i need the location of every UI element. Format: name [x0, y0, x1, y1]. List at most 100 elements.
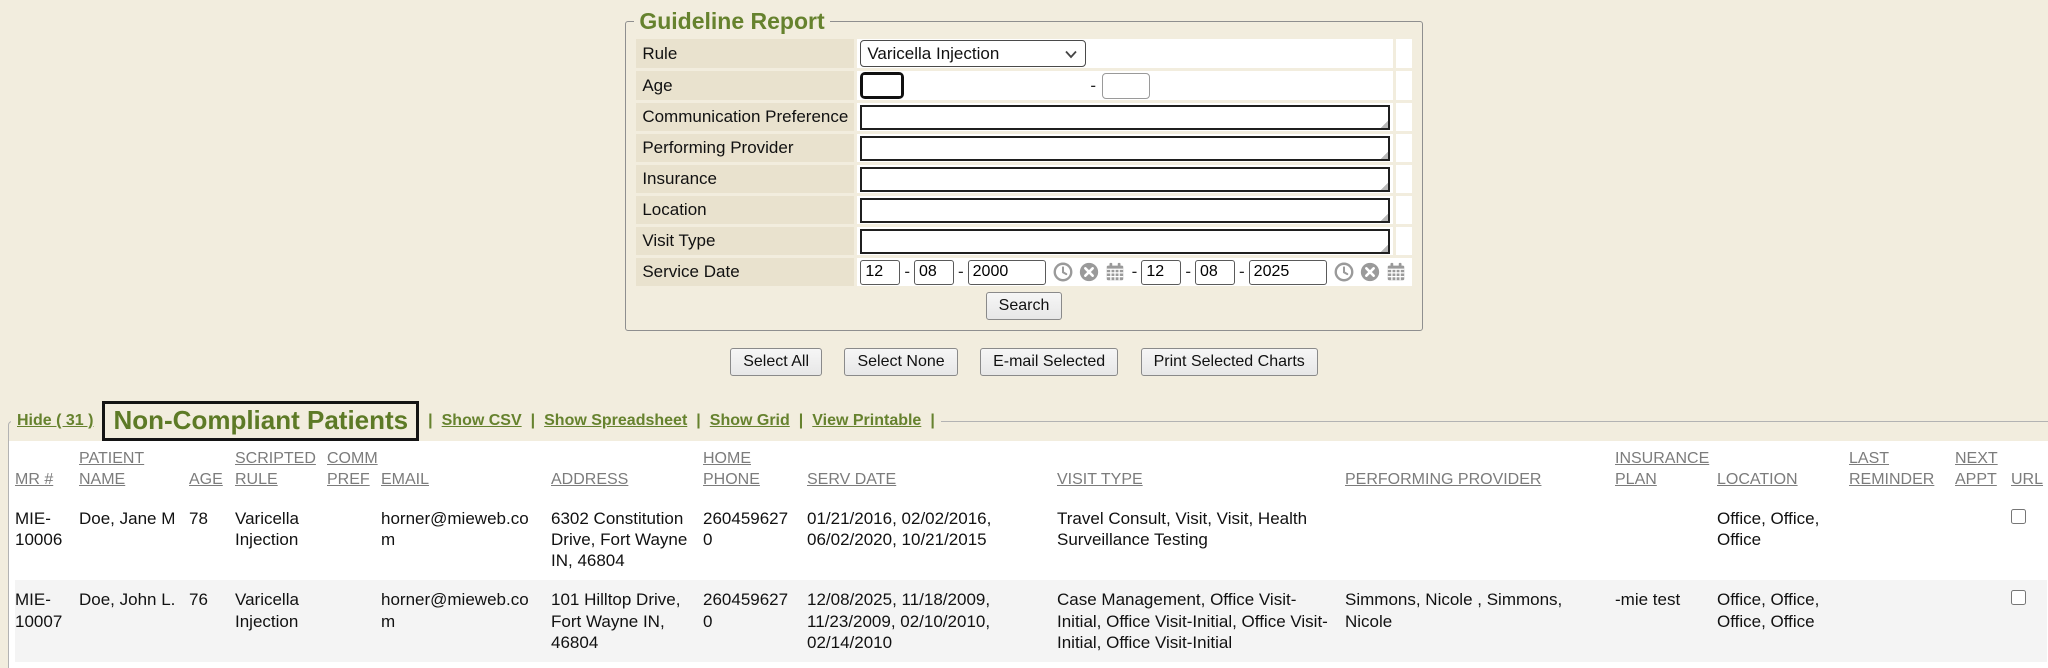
- service-date-from-day[interactable]: [914, 260, 954, 285]
- selection-actions: Select All Select None E-mail Selected P…: [0, 348, 2048, 376]
- performing-provider-label: Performing Provider: [636, 134, 854, 162]
- col-header-next-appt[interactable]: NEXTAPPT: [1955, 443, 2011, 499]
- col-header-home-phone[interactable]: HOMEPHONE: [703, 443, 807, 499]
- location-input[interactable]: [860, 198, 1389, 223]
- communication-preference-input[interactable]: [860, 105, 1389, 130]
- cell-scripted-rule: Varicella Injection: [235, 662, 327, 668]
- col-header-address[interactable]: ADDRESS: [551, 443, 703, 499]
- cell-visit-type: Visit, Pediatric Exam, Pediatric Exam, P…: [1057, 662, 1345, 668]
- guideline-report-legend: Guideline Report: [634, 8, 829, 35]
- form-spacer-cell: [1396, 227, 1412, 255]
- non-compliant-patients-section: Hide ( 31 ) Non-Compliant Patients | Sho…: [8, 401, 2048, 668]
- select-all-button[interactable]: Select All: [730, 348, 822, 376]
- clock-icon[interactable]: [1052, 261, 1074, 283]
- report-title: Non-Compliant Patients: [102, 401, 419, 441]
- cell-patient-name: Doe, John L.: [79, 580, 189, 662]
- date-part-separator: -: [904, 262, 910, 282]
- cell-next-appt: [1955, 499, 2011, 581]
- form-spacer-cell: [1396, 39, 1412, 68]
- guideline-report-form: Guideline Report Rule Varicella Injectio…: [625, 8, 1422, 331]
- cell-age: 76: [189, 580, 235, 662]
- form-spacer-cell: [1396, 134, 1412, 162]
- service-date-to-month[interactable]: [1141, 260, 1181, 285]
- print-selected-charts-button[interactable]: Print Selected Charts: [1141, 348, 1318, 376]
- service-date-to-year[interactable]: [1249, 260, 1327, 285]
- service-date-to-day[interactable]: [1195, 260, 1235, 285]
- cell-insurance-plan: [1615, 662, 1717, 668]
- cell-email: horner@mieweb.com: [381, 499, 551, 581]
- col-header-comm-pref[interactable]: COMMPREF: [327, 443, 381, 499]
- table-header-row: MR # PATIENTNAME AGE SCRIPTEDRULE COMMPR…: [15, 443, 2047, 499]
- cell-serv-date: 01/21/2016, 02/02/2016, 06/02/2020, 10/2…: [807, 499, 1057, 581]
- cell-scripted-rule: Varicella Injection: [235, 499, 327, 581]
- col-header-performing-provider[interactable]: PERFORMING PROVIDER: [1345, 443, 1615, 499]
- cell-comm-pref: [327, 580, 381, 662]
- date-part-separator: -: [958, 262, 964, 282]
- age-from-input[interactable]: [860, 72, 904, 99]
- service-date-from-year[interactable]: [968, 260, 1046, 285]
- col-header-last-reminder[interactable]: LASTREMINDER: [1849, 443, 1955, 499]
- col-header-mr[interactable]: MR #: [15, 443, 79, 499]
- cell-email: horner@mieweb.com: [381, 580, 551, 662]
- date-range-separator: -: [1132, 262, 1138, 282]
- col-header-visit-type[interactable]: VISIT TYPE: [1057, 443, 1345, 499]
- show-csv-link[interactable]: Show CSV: [442, 412, 522, 430]
- row-checkbox[interactable]: [2011, 590, 2026, 605]
- show-spreadsheet-link[interactable]: Show Spreadsheet: [544, 412, 687, 430]
- cell-address: 6302 Constitution Drive, Fort Wayne IN, …: [551, 499, 703, 581]
- cell-next-appt: [1955, 662, 2011, 668]
- row-checkbox[interactable]: [2011, 509, 2026, 524]
- cell-age: 7: [189, 662, 235, 668]
- cell-patient-name: Smith, Joe: [79, 662, 189, 668]
- cell-home-phone: 2604596270: [703, 580, 807, 662]
- col-header-email[interactable]: EMAIL: [381, 443, 551, 499]
- cell-insurance-plan: -mie test: [1615, 580, 1717, 662]
- rule-select[interactable]: Varicella Injection: [860, 40, 1086, 67]
- cell-email: [381, 662, 551, 668]
- cell-address: 1600 Rockville Pike, Rockville MD, 55555: [551, 662, 703, 668]
- show-grid-link[interactable]: Show Grid: [710, 412, 790, 430]
- col-header-age[interactable]: AGE: [189, 443, 235, 499]
- email-selected-button[interactable]: E-mail Selected: [980, 348, 1118, 376]
- clock-icon[interactable]: [1333, 261, 1355, 283]
- col-header-location[interactable]: LOCATION: [1717, 443, 1849, 499]
- age-to-input[interactable]: [1102, 73, 1150, 99]
- patients-table: MR # PATIENTNAME AGE SCRIPTEDRULE COMMPR…: [15, 443, 2047, 668]
- performing-provider-input[interactable]: [860, 136, 1389, 161]
- clear-icon[interactable]: [1359, 261, 1381, 283]
- insurance-input[interactable]: [860, 167, 1389, 192]
- patients-table-wrap: MR # PATIENTNAME AGE SCRIPTEDRULE COMMPR…: [9, 441, 2048, 668]
- col-header-patient-name[interactable]: PATIENTNAME: [79, 443, 189, 499]
- service-date-from-month[interactable]: [860, 260, 900, 285]
- visit-type-input[interactable]: [860, 229, 1389, 254]
- clear-icon[interactable]: [1078, 261, 1100, 283]
- form-spacer-cell: [1396, 196, 1412, 224]
- col-header-serv-date[interactable]: SERV DATE: [807, 443, 1057, 499]
- search-button[interactable]: Search: [986, 292, 1063, 320]
- col-header-url[interactable]: URL: [2011, 443, 2047, 499]
- age-label: Age: [636, 71, 854, 100]
- visit-type-label: Visit Type: [636, 227, 854, 255]
- calendar-icon[interactable]: [1104, 261, 1126, 283]
- select-none-button[interactable]: Select None: [844, 348, 957, 376]
- cell-address: 101 Hilltop Drive, Fort Wayne IN, 46804: [551, 580, 703, 662]
- cell-performing-provider: [1345, 499, 1615, 581]
- link-separator: |: [930, 412, 934, 430]
- rule-select-value: Varicella Injection: [867, 44, 999, 64]
- col-header-scripted-rule[interactable]: SCRIPTEDRULE: [235, 443, 327, 499]
- form-spacer-cell: [1396, 165, 1412, 193]
- communication-preference-label: Communication Preference: [636, 103, 854, 131]
- form-spacer-cell: [1396, 71, 1412, 100]
- cell-mr: MIE-10007: [15, 580, 79, 662]
- table-row: MIE-10006 Doe, Jane M 78 Varicella Injec…: [15, 499, 2047, 581]
- link-separator: |: [799, 412, 803, 430]
- cell-performing-provider: [1345, 662, 1615, 668]
- rule-label: Rule: [636, 39, 854, 68]
- calendar-icon[interactable]: [1385, 261, 1407, 283]
- cell-serv-date: 12/08/2025, 11/18/2009, 11/23/2009, 02/1…: [807, 580, 1057, 662]
- view-printable-link[interactable]: View Printable: [812, 412, 921, 430]
- hide-link[interactable]: Hide ( 31 ): [17, 412, 93, 430]
- cell-scripted-rule: Varicella Injection: [235, 580, 327, 662]
- col-header-insurance-plan[interactable]: INSURANCEPLAN: [1615, 443, 1717, 499]
- table-row: MIE-10007 Doe, John L. 76 Varicella Inje…: [15, 580, 2047, 662]
